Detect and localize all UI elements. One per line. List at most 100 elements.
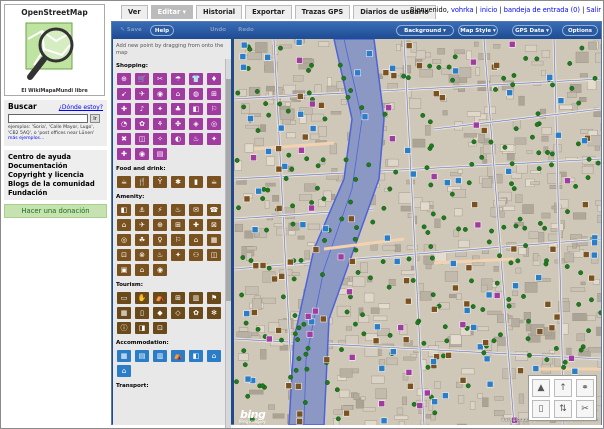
poi-marker[interactable] xyxy=(517,367,524,375)
poi-marker[interactable] xyxy=(405,42,413,49)
poi-marker[interactable] xyxy=(416,402,424,409)
help-link-documentation[interactable]: Documentación xyxy=(8,162,103,171)
tree-marker[interactable] xyxy=(592,75,598,81)
poi-marker[interactable] xyxy=(470,58,477,66)
tab-export[interactable]: Exportar xyxy=(245,5,292,19)
poi-marker[interactable] xyxy=(255,187,262,195)
poi-icon[interactable]: ◉ xyxy=(135,148,149,160)
tree-marker[interactable] xyxy=(517,216,523,222)
tree-marker[interactable] xyxy=(380,259,386,264)
poi-marker[interactable] xyxy=(308,204,315,212)
help-link-blogs[interactable]: Blogs de la comunidad xyxy=(8,180,103,189)
tree-marker[interactable] xyxy=(585,175,591,181)
tree-marker[interactable] xyxy=(573,183,578,189)
poi-marker[interactable] xyxy=(445,352,452,359)
more-examples-link[interactable]: más ejemplos... xyxy=(8,136,44,141)
poi-marker[interactable] xyxy=(405,297,412,305)
poi-marker[interactable] xyxy=(337,253,345,261)
tree-marker[interactable] xyxy=(240,255,246,260)
poi-marker[interactable] xyxy=(343,409,350,417)
poi-marker[interactable] xyxy=(393,258,401,265)
tree-marker[interactable] xyxy=(245,393,251,399)
tree-marker[interactable] xyxy=(293,367,299,373)
tree-marker[interactable] xyxy=(236,205,241,211)
poi-marker[interactable] xyxy=(485,291,493,299)
poi-marker[interactable] xyxy=(474,221,482,229)
poi-icon[interactable]: ⊠ xyxy=(207,219,221,231)
link-icon[interactable]: ⚭ xyxy=(576,379,594,397)
tree-marker[interactable] xyxy=(506,297,512,302)
tree-marker[interactable] xyxy=(393,169,399,175)
poi-marker[interactable] xyxy=(366,50,373,57)
tree-marker[interactable] xyxy=(382,111,388,117)
tree-marker[interactable] xyxy=(353,176,359,182)
tree-marker[interactable] xyxy=(352,236,358,242)
poi-icon[interactable]: ◎ xyxy=(207,118,221,130)
poi-icon[interactable]: ◍ xyxy=(189,88,203,100)
tree-marker[interactable] xyxy=(575,141,581,147)
tree-marker[interactable] xyxy=(511,73,517,78)
poi-marker[interactable] xyxy=(439,94,446,101)
tree-marker[interactable] xyxy=(261,186,267,192)
tree-marker[interactable] xyxy=(469,161,475,167)
poi-icon[interactable]: ⊡ xyxy=(117,249,131,261)
poi-icon[interactable]: ✚ xyxy=(189,219,203,231)
poi-icon[interactable]: ◔ xyxy=(117,118,131,130)
tree-marker[interactable] xyxy=(343,157,349,163)
poi-icon[interactable]: ◐ xyxy=(171,133,185,145)
tree-marker[interactable] xyxy=(320,157,326,163)
tree-marker[interactable] xyxy=(296,356,302,362)
tree-marker[interactable] xyxy=(486,239,492,245)
tree-marker[interactable] xyxy=(569,85,575,91)
tree-marker[interactable] xyxy=(446,64,452,70)
poi-marker[interactable] xyxy=(510,245,518,253)
logo[interactable]: OpenStreetMap El WikiMapaMundi libre xyxy=(4,4,105,96)
tree-marker[interactable] xyxy=(360,312,365,318)
poi-marker[interactable] xyxy=(582,201,589,208)
tree-marker[interactable] xyxy=(263,101,269,107)
tree-marker[interactable] xyxy=(508,260,514,266)
tree-marker[interactable] xyxy=(277,101,283,107)
tree-marker[interactable] xyxy=(522,225,528,231)
poi-marker[interactable] xyxy=(402,336,410,343)
tree-marker[interactable] xyxy=(322,116,328,122)
poi-icon[interactable]: ⓘ xyxy=(117,322,131,334)
poi-marker[interactable] xyxy=(431,398,438,405)
poi-marker[interactable] xyxy=(493,292,501,299)
tree-marker[interactable] xyxy=(341,75,347,81)
tree-marker[interactable] xyxy=(296,325,302,331)
tree-marker[interactable] xyxy=(278,45,283,51)
poi-icon[interactable]: ✿ xyxy=(135,118,149,130)
poi-marker[interactable] xyxy=(430,173,438,180)
poi-marker[interactable] xyxy=(275,165,283,173)
tree-marker[interactable] xyxy=(544,258,549,264)
tree-marker[interactable] xyxy=(235,90,241,96)
tree-marker[interactable] xyxy=(513,223,519,229)
poi-marker[interactable] xyxy=(306,330,314,338)
poi-marker[interactable] xyxy=(390,72,398,79)
poi-icon[interactable]: ◧ xyxy=(117,204,131,216)
poi-marker[interactable] xyxy=(564,177,571,184)
tree-marker[interactable] xyxy=(353,321,358,327)
poi-icon[interactable]: ♦ xyxy=(207,73,221,85)
poi-marker[interactable] xyxy=(312,246,320,253)
poi-marker[interactable] xyxy=(259,262,267,269)
tree-marker[interactable] xyxy=(586,328,591,334)
poi-marker[interactable] xyxy=(416,62,423,69)
tree-marker[interactable] xyxy=(339,347,344,353)
tree-marker[interactable] xyxy=(290,221,296,227)
poi-marker[interactable] xyxy=(348,353,356,361)
poi-icon[interactable]: ⊞ xyxy=(207,88,221,100)
tree-marker[interactable] xyxy=(335,416,341,422)
logout-link[interactable]: Salir xyxy=(586,6,601,14)
poi-marker[interactable] xyxy=(548,324,556,332)
tree-marker[interactable] xyxy=(366,162,372,168)
poi-icon[interactable]: ◇ xyxy=(171,307,185,319)
poi-marker[interactable] xyxy=(243,195,251,203)
poi-icon[interactable]: ⌂ xyxy=(135,264,149,276)
tree-marker[interactable] xyxy=(488,139,494,145)
tree-marker[interactable] xyxy=(368,275,373,281)
tree-marker[interactable] xyxy=(480,307,486,312)
tree-marker[interactable] xyxy=(498,332,503,338)
poi-icon[interactable]: ◫ xyxy=(135,133,149,145)
